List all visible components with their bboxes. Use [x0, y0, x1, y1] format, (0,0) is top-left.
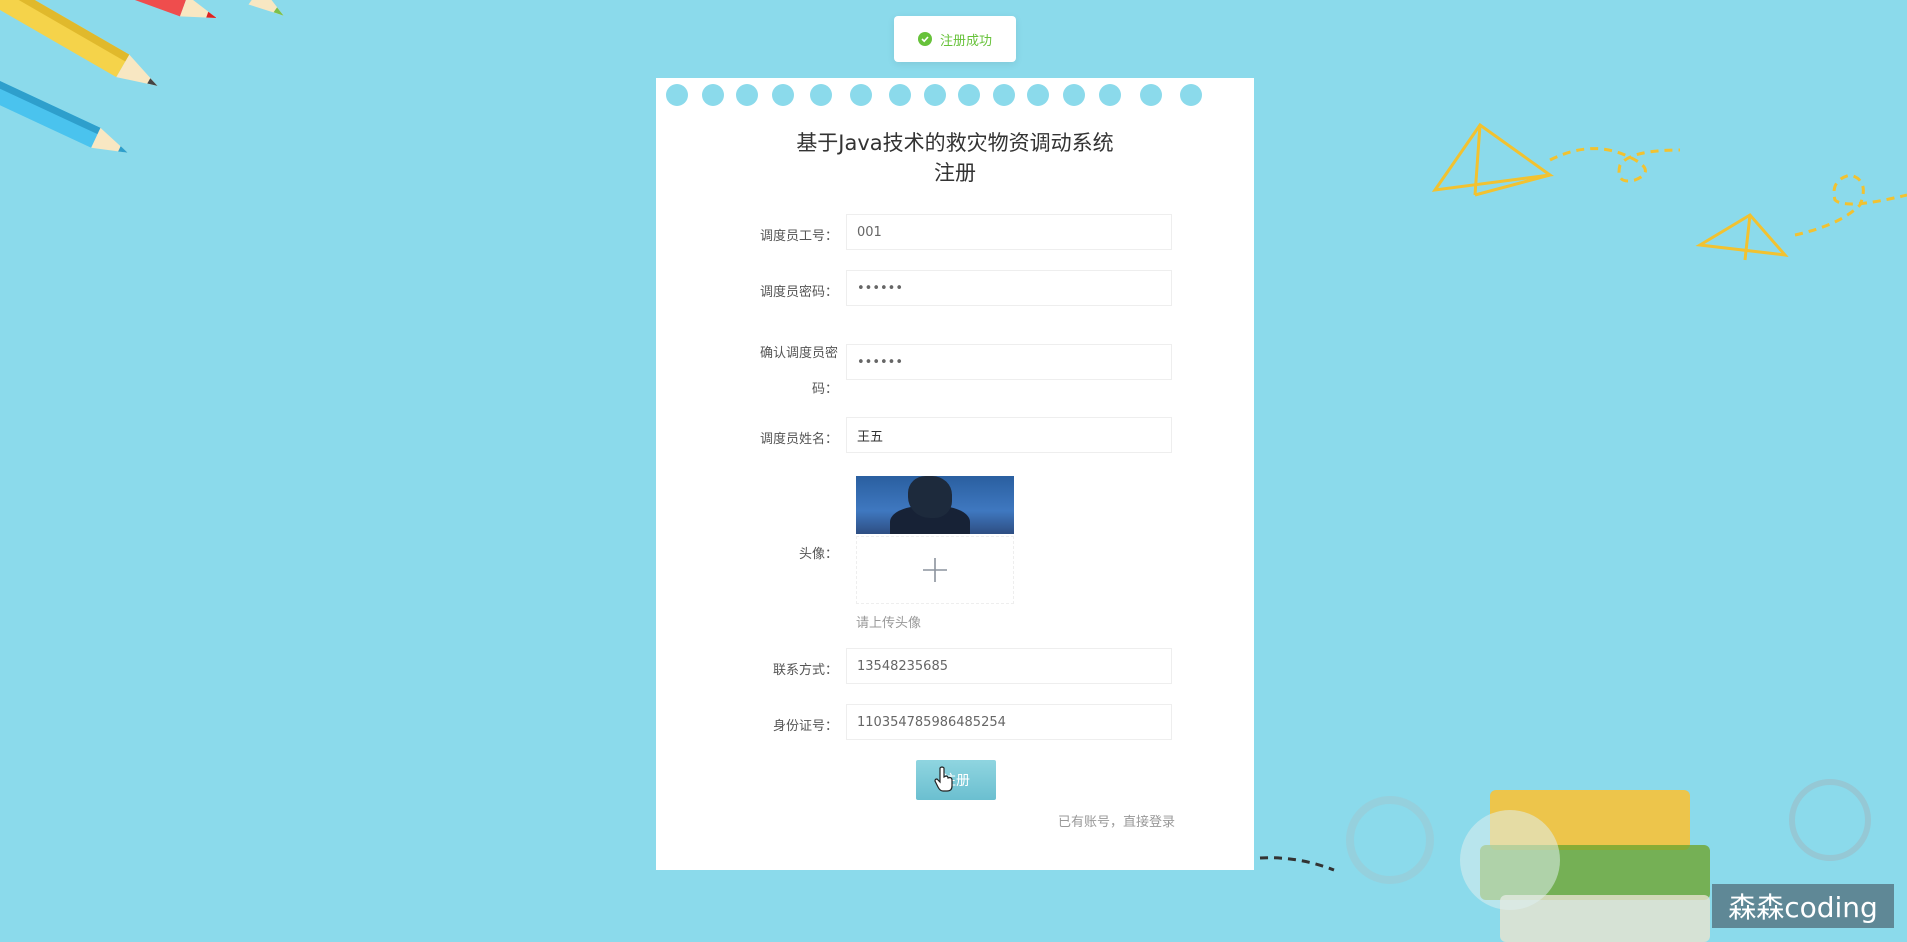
- hole: [850, 84, 872, 106]
- title-line-2: 注册: [934, 161, 976, 185]
- avatar-label: 头像：: [798, 547, 838, 562]
- password-input[interactable]: ••••••: [846, 270, 1172, 306]
- register-button[interactable]: 注册: [916, 760, 996, 800]
- id-card-input[interactable]: 110354785986485254: [846, 704, 1172, 740]
- hole: [702, 84, 724, 106]
- hole: [1180, 84, 1202, 106]
- dispatcher-id-label: 调度员工号：: [759, 229, 838, 244]
- name-input[interactable]: 王五: [846, 417, 1172, 453]
- hole: [736, 84, 758, 106]
- hole: [666, 84, 688, 106]
- toast-message: 注册成功: [939, 33, 992, 49]
- dashed-trail-decoration: [1259, 856, 1335, 872]
- hole: [889, 84, 911, 106]
- login-link[interactable]: 已有账号，直接登录: [1058, 811, 1175, 830]
- id-card-label: 身份证号：: [772, 719, 838, 734]
- hole: [1099, 84, 1121, 106]
- confirm-password-label-line2: 码：: [811, 382, 838, 397]
- hole: [924, 84, 946, 106]
- phone-label: 联系方式：: [772, 663, 838, 678]
- avatar-preview[interactable]: [856, 476, 1014, 534]
- hand-cursor-icon: [934, 766, 953, 792]
- confirm-password-input[interactable]: ••••••: [846, 344, 1172, 380]
- register-card: 基于Java技术的救灾物资调动系统 注册 调度员工号： 001 调度员密码： •…: [656, 78, 1254, 870]
- phone-input[interactable]: 13548235685: [846, 648, 1172, 684]
- paper-planes-decoration: [1431, 122, 1907, 261]
- hole: [772, 84, 794, 106]
- avatar-head: [908, 476, 952, 518]
- plus-icon: [923, 558, 947, 582]
- dispatcher-id-input[interactable]: 001: [846, 214, 1172, 250]
- confirm-password-label-line1: 确认调度员密: [759, 346, 838, 361]
- hole: [993, 84, 1015, 106]
- confirm-password-label: 确认调度员密 码：: [728, 336, 838, 408]
- pencils-decoration: [0, 0, 284, 153]
- hole: [810, 84, 832, 106]
- watermark: 森森coding: [1712, 884, 1894, 928]
- hole: [1063, 84, 1085, 106]
- name-label: 调度员姓名：: [759, 432, 838, 447]
- success-toast: 注册成功: [894, 16, 1016, 62]
- hole: [1140, 84, 1162, 106]
- avatar-hint: 请上传头像: [856, 616, 922, 631]
- password-label: 调度员密码：: [759, 285, 838, 300]
- hole: [958, 84, 980, 106]
- page-title: 基于Java技术的救灾物资调动系统 注册: [656, 128, 1254, 188]
- check-circle-icon: [917, 32, 932, 46]
- avatar-upload-button[interactable]: [856, 536, 1014, 604]
- title-line-1: 基于Java技术的救灾物资调动系统: [796, 131, 1114, 155]
- hole: [1027, 84, 1049, 106]
- notebook-holes: [656, 84, 1254, 108]
